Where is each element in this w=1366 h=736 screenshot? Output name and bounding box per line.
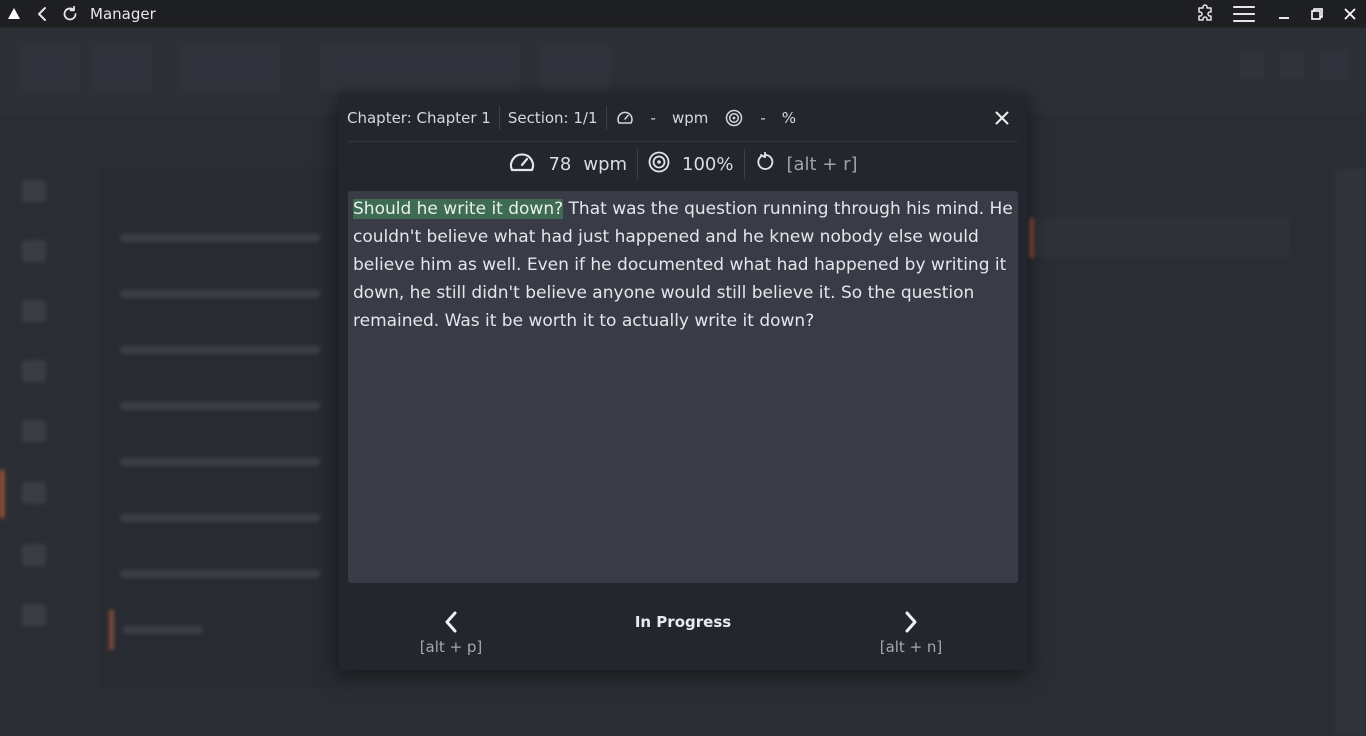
background-sidebar-icon [22, 300, 46, 322]
background-sidebar-icon [22, 420, 46, 442]
status-label: In Progress [634, 613, 732, 631]
background-tool [1240, 54, 1264, 78]
background-row [110, 442, 340, 482]
window-title: Manager [90, 5, 156, 23]
chevron-right-icon [897, 608, 925, 636]
background-right-panel [1335, 168, 1366, 736]
background-sidebar-icon [22, 544, 46, 566]
restart-control[interactable]: [alt + r] [755, 151, 858, 177]
header-divider [498, 106, 500, 130]
extensions-icon[interactable] [1188, 0, 1221, 28]
minimize-icon[interactable] [1267, 0, 1300, 28]
background-tool [20, 46, 80, 90]
close-icon [995, 111, 1009, 125]
background-row [110, 386, 340, 426]
speedometer-icon [508, 150, 536, 179]
chevron-left-icon [437, 608, 465, 636]
speedometer-icon [615, 108, 635, 128]
previous-shortcut: [alt + p] [419, 638, 483, 656]
background-row [110, 610, 340, 650]
background-row [110, 330, 340, 370]
live-stats: 78 wpm 100% [alt + r] [339, 147, 1027, 181]
stats-divider [743, 149, 745, 179]
chapter-label: Chapter: Chapter 1 [347, 109, 491, 127]
section-label: Section: 1/1 [507, 109, 598, 127]
menu-icon[interactable] [1221, 0, 1267, 28]
typing-test-modal: Chapter: Chapter 1 Section: 1/1 - wpm - … [339, 95, 1027, 670]
header-speed-value: - [650, 109, 656, 127]
restart-icon[interactable] [755, 151, 775, 177]
background-row [110, 498, 340, 538]
maximize-icon[interactable] [1300, 0, 1333, 28]
background-list [100, 168, 350, 688]
background-sidebar-icon [22, 180, 46, 202]
typed-text: Should he write it down? [353, 199, 564, 219]
background-sidebar-icon [22, 482, 46, 504]
close-window-icon[interactable] [1333, 0, 1366, 28]
next-section-button[interactable]: [alt + n] [866, 605, 956, 661]
background-tool [1320, 52, 1348, 80]
background-sidebar-icon [22, 604, 46, 626]
accuracy-stat: 100% [648, 151, 734, 178]
background-tool [320, 46, 520, 90]
previous-section-button[interactable]: [alt + p] [406, 605, 496, 661]
header-accuracy-unit: % [781, 109, 797, 127]
background-row [110, 554, 340, 594]
background-sidebar [0, 168, 70, 668]
wpm-unit: wpm [583, 153, 628, 175]
background-active-indicator [0, 470, 4, 518]
restart-shortcut: [alt + r] [786, 153, 858, 175]
header-accuracy-value: - [760, 109, 766, 127]
header-separator [348, 141, 1018, 142]
background-row [110, 218, 340, 258]
next-shortcut: [alt + n] [879, 638, 943, 656]
background-tool [1280, 54, 1304, 78]
app-logo-icon [0, 0, 28, 28]
refresh-icon[interactable] [56, 0, 84, 28]
wpm-stat: 78 wpm [508, 150, 627, 179]
header-divider [605, 106, 607, 130]
header-speed-unit: wpm [671, 109, 709, 127]
background-tool [180, 46, 280, 90]
modal-footer: [alt + p] In Progress [alt + n] [339, 605, 1027, 665]
background-tool [540, 46, 610, 90]
back-icon[interactable] [28, 0, 56, 28]
close-modal-button[interactable] [991, 107, 1013, 129]
background-sidebar-icon [22, 240, 46, 262]
background-sidebar-icon [22, 360, 46, 382]
title-bar: Manager [0, 0, 1366, 28]
stats-divider [637, 149, 639, 179]
background-right-bar [1030, 218, 1290, 258]
target-icon [724, 108, 744, 128]
modal-header: Chapter: Chapter 1 Section: 1/1 - wpm - … [339, 95, 1027, 141]
target-icon [648, 151, 670, 178]
typing-text-area[interactable]: Should he write it down? That was the qu… [348, 191, 1018, 583]
background-right-area [1030, 168, 1300, 308]
background-tool [92, 46, 152, 90]
accuracy-value: 100% [682, 153, 734, 175]
background-row [110, 274, 340, 314]
wpm-value: 78 [548, 153, 572, 175]
